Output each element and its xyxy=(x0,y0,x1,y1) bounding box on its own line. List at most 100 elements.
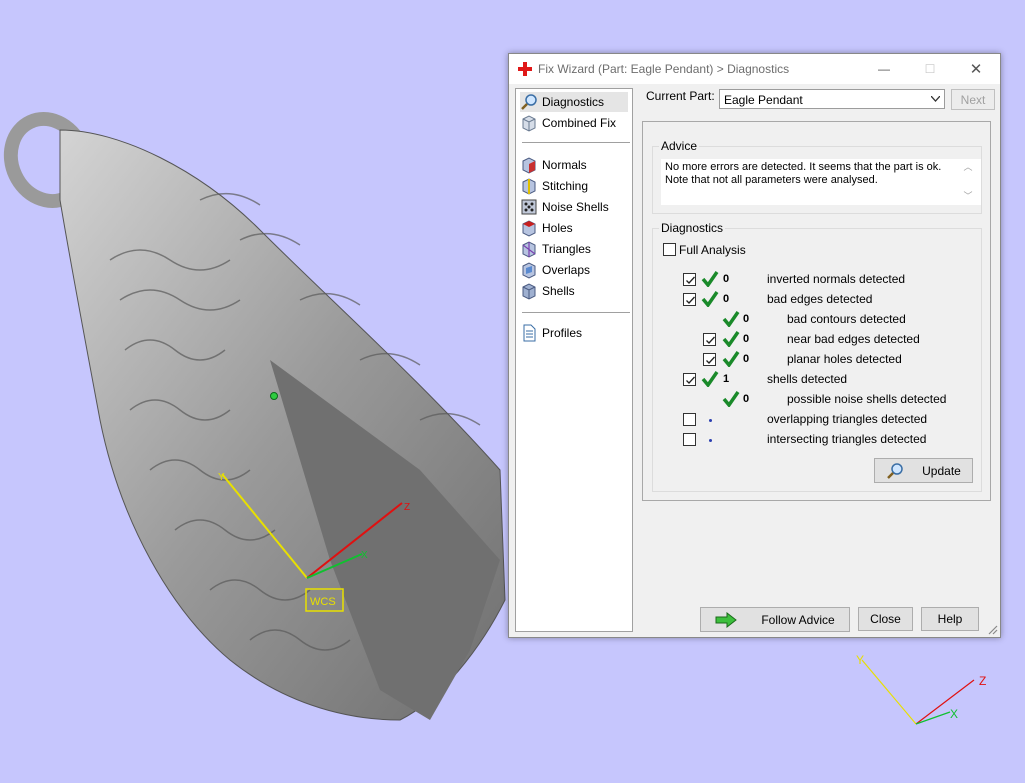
red-cross-icon xyxy=(518,62,532,76)
sidebar-item-normals[interactable]: Normals xyxy=(520,155,628,175)
planar-holes-checkbox[interactable] xyxy=(703,353,716,366)
advice-scrollbar[interactable]: ︿ ﹀ xyxy=(961,159,975,205)
sidebar-item-label: Shells xyxy=(542,284,575,298)
pending-dot-icon xyxy=(709,439,712,442)
wizard-sidebar: Diagnostics Combined Fix Normals Stitchi… xyxy=(515,88,633,632)
bad-edges-label: bad edges detected xyxy=(767,292,873,306)
diagnostics-panel: Advice No more errors are detected. It s… xyxy=(642,121,991,501)
triad-y-label: Y xyxy=(856,653,864,667)
diagnostics-group: Diagnostics Full Analysis 0 inverted nor… xyxy=(652,221,982,492)
sidebar-item-label: Combined Fix xyxy=(542,116,617,130)
inverted-normals-label: inverted normals detected xyxy=(767,272,906,286)
advice-title: Advice xyxy=(659,139,700,153)
triangles-icon xyxy=(522,241,536,258)
update-button[interactable]: Update xyxy=(874,458,973,483)
eagle-pendant-model[interactable] xyxy=(0,107,506,721)
current-part-select[interactable]: Eagle Pendant xyxy=(719,89,945,109)
current-part-value: Eagle Pendant xyxy=(724,93,803,107)
sidebar-item-combined-fix[interactable]: Combined Fix xyxy=(520,113,628,133)
holes-cube-icon xyxy=(522,220,536,237)
cube-stack-icon xyxy=(522,115,536,132)
check-icon xyxy=(722,331,740,347)
normals-cube-icon xyxy=(522,157,536,174)
pending-dot-icon xyxy=(709,419,712,422)
noise-shells-label: possible noise shells detected xyxy=(787,392,947,406)
intersecting-triangles-label: intersecting triangles detected xyxy=(767,432,927,446)
check-icon xyxy=(722,311,740,327)
window-title: Fix Wizard (Part: Eagle Pendant) > Diagn… xyxy=(538,62,790,76)
wcs-axis-y-label: Y xyxy=(218,472,225,483)
sidebar-item-stitching[interactable]: Stitching xyxy=(520,176,628,196)
noise-shells-icon xyxy=(521,199,537,215)
bad-edges-count: 0 xyxy=(723,293,730,305)
check-icon xyxy=(722,391,740,407)
shells-count: 1 xyxy=(723,373,730,385)
inverted-normals-count: 0 xyxy=(723,273,730,285)
update-button-label: Update xyxy=(922,463,961,478)
sidebar-item-label: Normals xyxy=(542,158,587,172)
bad-contours-label: bad contours detected xyxy=(787,312,906,326)
magnifier-icon xyxy=(887,462,903,479)
sidebar-item-overlaps[interactable]: Overlaps xyxy=(520,260,628,280)
check-icon xyxy=(701,371,719,387)
minimize-button[interactable]: — xyxy=(861,54,907,84)
overlaps-icon xyxy=(522,262,536,279)
minimize-icon: — xyxy=(878,62,890,76)
overlapping-triangles-label: overlapping triangles detected xyxy=(767,412,928,426)
current-part-label: Current Part: xyxy=(646,89,715,103)
sidebar-item-label: Overlaps xyxy=(542,263,591,277)
wcs-axis-x-label: X xyxy=(361,550,368,561)
advice-text-box[interactable]: No more errors are detected. It seems th… xyxy=(661,159,981,205)
follow-advice-button[interactable]: Follow Advice xyxy=(700,607,850,632)
help-button[interactable]: Help xyxy=(921,607,979,631)
advice-line-1: No more errors are detected. It seems th… xyxy=(665,161,942,173)
magnifier-icon xyxy=(521,94,537,110)
close-window-button[interactable]: ✕ xyxy=(953,54,999,84)
close-button[interactable]: Close xyxy=(858,607,913,631)
sidebar-item-label: Diagnostics xyxy=(542,95,605,109)
near-bad-edges-label: near bad edges detected xyxy=(787,332,920,346)
sidebar-item-holes[interactable]: Holes xyxy=(520,218,628,238)
sidebar-item-label: Noise Shells xyxy=(542,200,609,214)
fix-wizard-dialog: Fix Wizard (Part: Eagle Pendant) > Diagn… xyxy=(508,53,1001,638)
intersecting-triangles-checkbox[interactable] xyxy=(683,433,696,446)
diagnostics-title: Diagnostics xyxy=(659,221,726,235)
sidebar-item-diagnostics[interactable]: Diagnostics xyxy=(520,92,628,112)
maximize-icon: ☐ xyxy=(924,62,936,76)
inverted-normals-checkbox[interactable] xyxy=(683,273,696,286)
near-bad-edges-count: 0 xyxy=(743,333,750,345)
help-button-label: Help xyxy=(937,612,963,626)
sidebar-item-label: Holes xyxy=(542,221,573,235)
check-icon xyxy=(701,291,719,307)
next-button[interactable]: Next xyxy=(951,89,995,110)
full-analysis-label: Full Analysis xyxy=(679,243,746,257)
sidebar-item-profiles[interactable]: Profiles xyxy=(520,323,628,343)
shells-checkbox[interactable] xyxy=(683,373,696,386)
shells-icon xyxy=(522,283,536,300)
follow-advice-label: Follow Advice xyxy=(761,612,835,627)
planar-holes-label: planar holes detected xyxy=(787,352,902,366)
sidebar-item-label: Profiles xyxy=(542,326,583,340)
wcs-axis-z-label: Z xyxy=(404,502,410,513)
maximize-button[interactable]: ☐ xyxy=(907,54,953,84)
check-icon xyxy=(722,351,740,367)
full-analysis-checkbox[interactable] xyxy=(663,243,676,256)
triad-z-label: Z xyxy=(979,674,986,688)
bad-edges-checkbox[interactable] xyxy=(683,293,696,306)
sidebar-item-label: Stitching xyxy=(542,179,589,193)
planar-holes-count: 0 xyxy=(743,353,750,365)
close-button-label: Close xyxy=(870,612,901,626)
wcs-label: WCS xyxy=(310,596,336,608)
green-arrow-icon xyxy=(715,611,738,628)
sidebar-divider xyxy=(522,142,630,143)
sidebar-item-shells[interactable]: Shells xyxy=(520,281,628,301)
overlapping-triangles-checkbox[interactable] xyxy=(683,413,696,426)
sidebar-item-noise-shells[interactable]: Noise Shells xyxy=(520,197,628,217)
sidebar-item-label: Triangles xyxy=(542,242,591,256)
stitching-cube-icon xyxy=(522,178,536,195)
near-bad-edges-checkbox[interactable] xyxy=(703,333,716,346)
title-bar[interactable]: Fix Wizard (Part: Eagle Pendant) > Diagn… xyxy=(509,54,1000,84)
resize-grip-icon[interactable] xyxy=(986,623,998,635)
sidebar-divider xyxy=(522,312,630,313)
sidebar-item-triangles[interactable]: Triangles xyxy=(520,239,628,259)
